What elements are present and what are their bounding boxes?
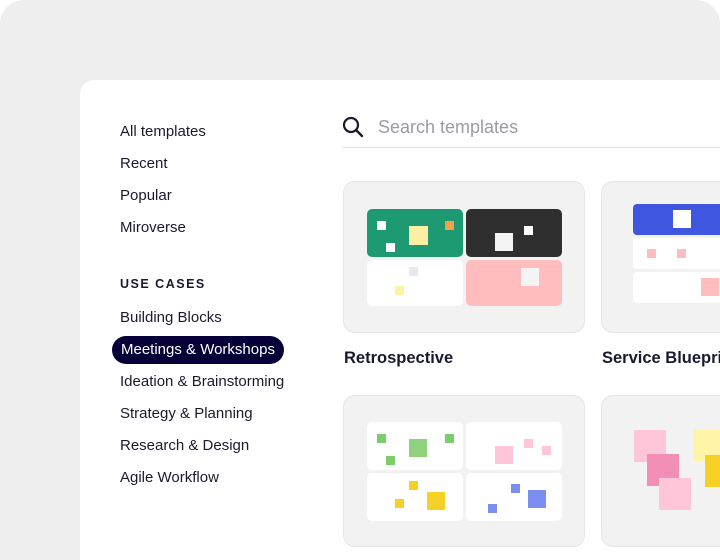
thumb-white-block [367,260,463,306]
sidebar-item-ideation-brainstorming[interactable]: Ideation & Brainstorming [120,372,284,392]
thumb-quadrant-pink [466,422,562,470]
sidebar-item-building-blocks[interactable]: Building Blocks [120,308,222,328]
template-title-service-blueprint[interactable]: Service Blueprint [602,349,720,368]
thumb-blue-row [633,204,720,235]
sidebar-item-research-design[interactable]: Research & Design [120,436,249,456]
search-input[interactable] [378,114,720,140]
sidebar-item-all-templates[interactable]: All templates [120,122,206,142]
thumb-quadrant-yellow [367,473,463,521]
thumb-pink-block [466,260,562,306]
template-card-4[interactable] [601,395,720,547]
thumb-green-block [367,209,463,257]
thumb-sticky-note [659,478,691,510]
use-cases-heading: USE CASES [120,277,206,291]
template-card-service-blueprint[interactable] [601,181,720,333]
app-background: All templates Recent Popular Miroverse U… [0,0,720,560]
thumb-white-row-1 [633,238,720,269]
search-icon[interactable] [342,116,364,138]
sidebar-item-miroverse[interactable]: Miroverse [120,218,186,238]
thumb-dark-block [466,209,562,257]
template-picker-panel: All templates Recent Popular Miroverse U… [80,80,720,560]
thumb-white-row-2 [633,272,720,303]
sidebar-item-meetings-workshops[interactable]: Meetings & Workshops [112,336,284,364]
sidebar-item-agile-workflow[interactable]: Agile Workflow [120,468,219,488]
template-card-3[interactable] [343,395,585,547]
sidebar-item-recent[interactable]: Recent [120,154,168,174]
sidebar-item-popular[interactable]: Popular [120,186,172,206]
thumb-quadrant-green [367,422,463,470]
template-title-retrospective[interactable]: Retrospective [344,349,453,368]
search-underline [342,147,720,148]
sidebar-item-strategy-planning[interactable]: Strategy & Planning [120,404,253,424]
thumb-sticky-note [705,455,720,487]
template-card-retrospective[interactable] [343,181,585,333]
thumb-quadrant-blue [466,473,562,521]
